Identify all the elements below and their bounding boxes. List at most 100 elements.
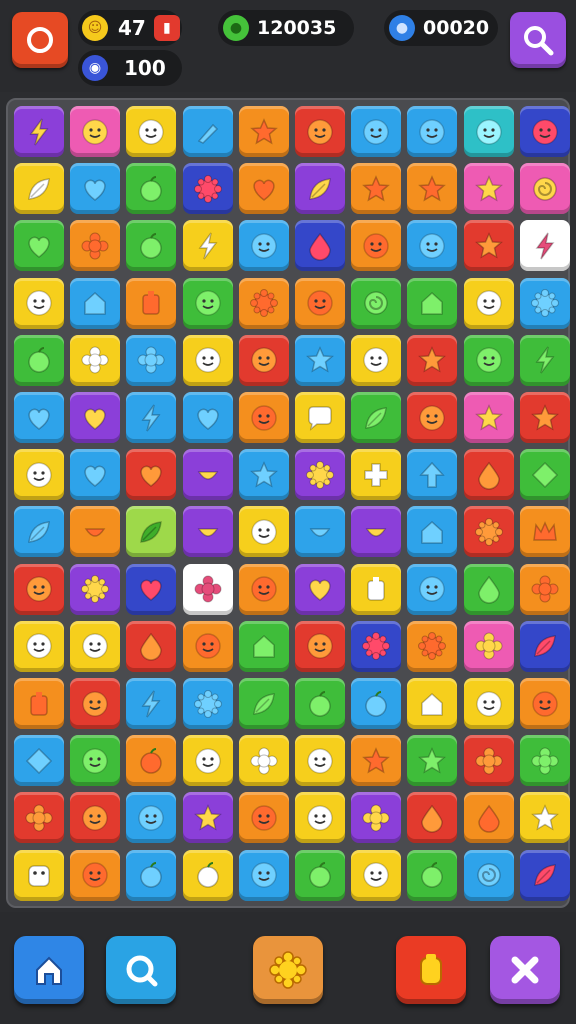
tile[interactable] — [14, 563, 64, 615]
tile[interactable] — [351, 563, 402, 615]
tile[interactable] — [238, 620, 289, 672]
tile[interactable] — [295, 506, 345, 558]
tile[interactable] — [182, 392, 233, 443]
tile[interactable] — [238, 563, 289, 615]
tile[interactable] — [14, 220, 64, 272]
tile[interactable] — [14, 106, 64, 157]
tile[interactable] — [14, 792, 64, 844]
tile[interactable] — [295, 620, 345, 672]
tile[interactable] — [182, 506, 233, 558]
tile[interactable] — [182, 449, 233, 501]
tile[interactable] — [519, 277, 570, 329]
tile[interactable] — [463, 392, 514, 443]
tile[interactable] — [519, 392, 570, 443]
tile[interactable] — [463, 163, 514, 215]
tile[interactable] — [14, 277, 64, 329]
close-button[interactable] — [490, 936, 560, 1004]
tile[interactable] — [351, 792, 402, 844]
tile[interactable] — [238, 506, 289, 558]
tile[interactable] — [70, 678, 121, 729]
tile[interactable] — [126, 849, 177, 901]
tile[interactable] — [519, 620, 570, 672]
tile[interactable] — [238, 678, 289, 729]
tile[interactable] — [238, 449, 289, 501]
tile[interactable] — [295, 792, 345, 844]
tile[interactable] — [14, 334, 64, 386]
tile[interactable] — [182, 620, 233, 672]
tile[interactable] — [463, 449, 514, 501]
tile[interactable] — [407, 678, 458, 729]
tile[interactable] — [126, 678, 177, 729]
tile[interactable] — [295, 735, 345, 787]
tile[interactable] — [295, 849, 345, 901]
tile[interactable] — [407, 563, 458, 615]
tile[interactable] — [126, 563, 177, 615]
tile[interactable] — [295, 277, 345, 329]
shop-icon[interactable]: ▮ — [153, 15, 180, 41]
tile[interactable] — [351, 620, 402, 672]
tile[interactable] — [463, 106, 514, 157]
tile[interactable] — [238, 792, 289, 844]
tile[interactable] — [407, 792, 458, 844]
tile[interactable] — [70, 163, 121, 215]
tile[interactable] — [407, 220, 458, 272]
refresh-button[interactable] — [106, 936, 176, 1004]
tile[interactable] — [182, 163, 233, 215]
tile[interactable] — [238, 220, 289, 272]
tile[interactable] — [519, 506, 570, 558]
tile[interactable] — [407, 735, 458, 787]
tile[interactable] — [407, 163, 458, 215]
tile[interactable] — [14, 849, 64, 901]
tile[interactable] — [70, 392, 121, 443]
tile[interactable] — [463, 277, 514, 329]
tile[interactable] — [351, 277, 402, 329]
tile[interactable] — [351, 163, 402, 215]
tile[interactable] — [182, 334, 233, 386]
tile[interactable] — [519, 334, 570, 386]
tile[interactable] — [126, 620, 177, 672]
tile[interactable] — [14, 620, 64, 672]
tile[interactable] — [463, 506, 514, 558]
tile[interactable] — [351, 735, 402, 787]
tile[interactable] — [182, 735, 233, 787]
tile[interactable] — [14, 449, 64, 501]
tile[interactable] — [295, 449, 345, 501]
tile[interactable] — [70, 506, 121, 558]
tile[interactable] — [519, 678, 570, 729]
tile[interactable] — [295, 334, 345, 386]
tile[interactable] — [126, 735, 177, 787]
tile[interactable] — [351, 678, 402, 729]
tile[interactable] — [126, 106, 177, 157]
tile[interactable] — [238, 334, 289, 386]
tile[interactable] — [238, 277, 289, 329]
settings-button[interactable] — [12, 12, 68, 68]
home-button[interactable] — [14, 936, 84, 1004]
tile[interactable] — [351, 506, 402, 558]
tile[interactable] — [70, 620, 121, 672]
tile[interactable] — [407, 392, 458, 443]
tile[interactable] — [463, 678, 514, 729]
tile[interactable] — [407, 849, 458, 901]
search-button[interactable] — [510, 12, 566, 68]
tile[interactable] — [126, 277, 177, 329]
tile[interactable] — [463, 620, 514, 672]
tile[interactable] — [182, 849, 233, 901]
tile[interactable] — [407, 106, 458, 157]
tile[interactable] — [407, 506, 458, 558]
tile[interactable] — [519, 449, 570, 501]
tile[interactable] — [126, 792, 177, 844]
tile[interactable] — [351, 449, 402, 501]
tile[interactable] — [238, 735, 289, 787]
tile[interactable] — [295, 163, 345, 215]
tile[interactable] — [519, 849, 570, 901]
tile[interactable] — [295, 220, 345, 272]
tile[interactable] — [182, 792, 233, 844]
tile[interactable] — [126, 392, 177, 443]
tile[interactable] — [238, 163, 289, 215]
tile[interactable] — [70, 334, 121, 386]
tile[interactable] — [126, 220, 177, 272]
tile[interactable] — [351, 849, 402, 901]
tile[interactable] — [14, 678, 64, 729]
tile[interactable] — [295, 106, 345, 157]
tile[interactable] — [14, 506, 64, 558]
